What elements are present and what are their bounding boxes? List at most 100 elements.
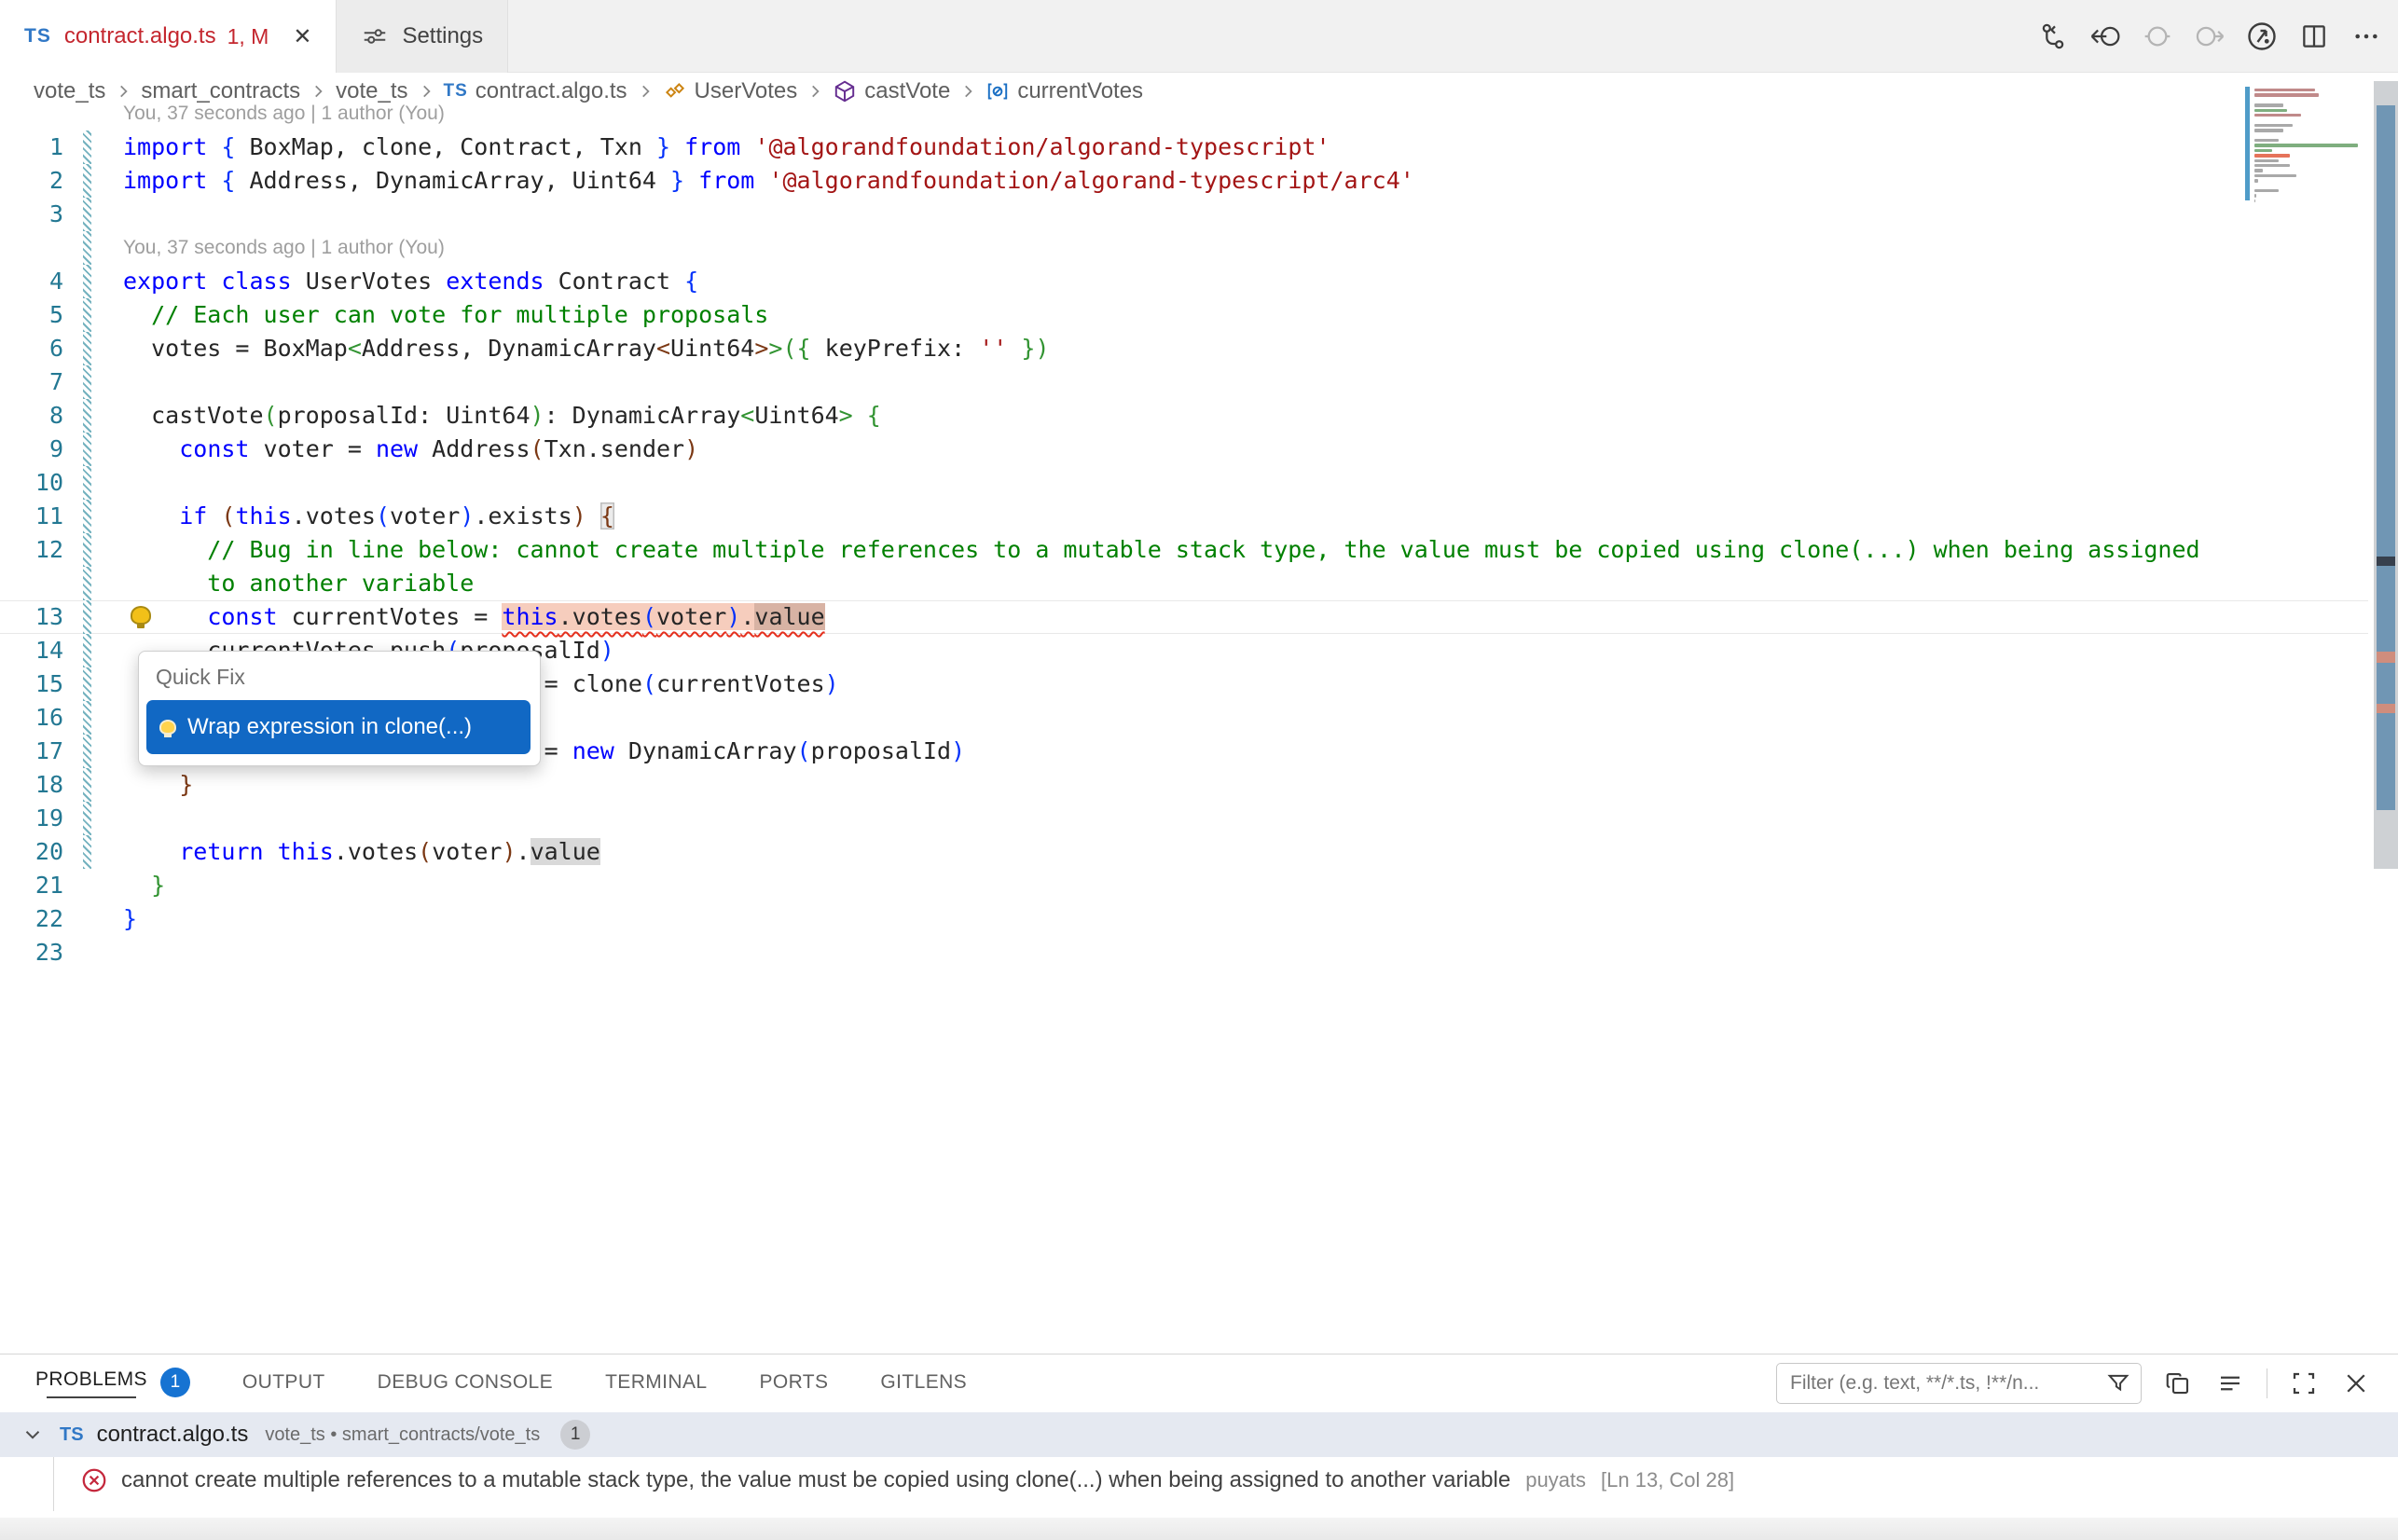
minimap-line	[2254, 169, 2263, 172]
problems-file-path: vote_ts • smart_contracts/vote_ts	[265, 1424, 540, 1446]
code-text: castVote(proposalId: Uint64): DynamicArr…	[91, 399, 881, 433]
line-number: 16	[0, 701, 78, 735]
tab-label: Settings	[402, 23, 483, 49]
error-message: cannot create multiple references to a m…	[121, 1467, 1510, 1493]
line-number: 1	[0, 131, 78, 164]
vscode-window: TS contract.algo.ts 1, M ✕ Settings	[0, 0, 2398, 1540]
modified-gutter-indicator	[83, 667, 91, 701]
split-editor-icon[interactable]	[2297, 20, 2331, 53]
code-text	[91, 198, 123, 231]
maximize-panel-icon[interactable]	[2288, 1368, 2320, 1399]
tab-settings[interactable]: Settings	[337, 0, 508, 73]
modified-gutter-indicator	[83, 131, 91, 164]
code-text: }	[91, 869, 165, 902]
panel-tab-terminal[interactable]: TERMINAL	[605, 1354, 707, 1410]
modified-gutter-indicator	[83, 902, 91, 936]
minimap-line	[2254, 129, 2283, 131]
quick-fix-action[interactable]: Wrap expression in clone(...)	[146, 700, 531, 754]
close-icon[interactable]: ✕	[293, 23, 311, 50]
back-circle-icon[interactable]	[2088, 20, 2122, 53]
quick-fix-popup: Quick Fix Wrap expression in clone(...)	[138, 651, 541, 766]
code-line: 4export class UserVotes extends Contract…	[0, 265, 2368, 298]
code-text: votes = BoxMap<Address, DynamicArray<Uin…	[91, 332, 1050, 365]
minimap-line	[2254, 124, 2293, 127]
line-number: 11	[0, 500, 78, 533]
gitlens-blame-line: You, 37 seconds ago | 1 author (You)	[0, 97, 2368, 131]
code-area: You, 37 seconds ago | 1 author (You)1imp…	[0, 97, 2368, 969]
tab-problem-badge: 1, M	[227, 24, 269, 49]
code-editor[interactable]: You, 37 seconds ago | 1 author (You)1imp…	[0, 109, 2398, 1354]
modified-gutter-indicator	[83, 365, 91, 399]
code-line: 2 import { Address, DynamicArray, Uint64 …	[0, 164, 2368, 198]
panel-tab-label: OUTPUT	[242, 1371, 325, 1394]
error-source: puyats	[1525, 1468, 1586, 1492]
modified-gutter-indicator	[83, 600, 91, 634]
error-icon	[80, 1466, 108, 1494]
forward-disabled-circle-icon[interactable]	[2193, 20, 2226, 53]
modified-gutter-indicator	[83, 164, 91, 198]
more-actions-icon[interactable]	[2350, 20, 2383, 53]
line-number: 9	[0, 433, 78, 466]
panel-tab-ports[interactable]: PORTS	[759, 1354, 828, 1410]
typescript-icon: TS	[24, 25, 51, 48]
minimap[interactable]	[2245, 83, 2370, 213]
minimap-line	[2254, 103, 2283, 106]
panel-controls	[1776, 1362, 2372, 1405]
modified-gutter-indicator	[83, 768, 91, 802]
code-text: import { Address, DynamicArray, Uint64 }…	[91, 164, 1414, 198]
back-disabled-circle-icon[interactable]	[2141, 20, 2174, 53]
code-text	[91, 466, 123, 500]
code-line: 1import { BoxMap, clone, Contract, Txn }…	[0, 131, 2368, 164]
code-line: 12 // Bug in line below: cannot create m…	[0, 533, 2368, 567]
lightbulb-icon	[159, 720, 176, 735]
minimap-modified-bar	[2245, 87, 2250, 200]
minimap-line	[2254, 144, 2358, 146]
modified-gutter-indicator	[83, 567, 91, 600]
modified-gutter-indicator	[83, 936, 91, 969]
panel-tab-gitlens[interactable]: GITLENS	[880, 1354, 967, 1410]
overview-cursor-marker	[2377, 557, 2395, 566]
problem-error-row[interactable]: cannot create multiple references to a m…	[0, 1457, 2398, 1504]
problems-file-row[interactable]: TS contract.algo.ts vote_ts • smart_cont…	[0, 1412, 2398, 1457]
code-text	[91, 936, 123, 969]
code-line: 6 votes = BoxMap<Address, DynamicArray<U…	[0, 332, 2368, 365]
panel-tab-problems[interactable]: PROBLEMS1	[35, 1354, 190, 1410]
copy-icon[interactable]	[2162, 1368, 2194, 1399]
problems-file-name: contract.algo.ts	[97, 1422, 249, 1448]
modified-gutter-indicator	[83, 231, 91, 265]
lightbulb-icon[interactable]	[131, 606, 151, 625]
chevron-down-icon[interactable]	[21, 1423, 45, 1447]
code-text: }	[91, 768, 193, 802]
minimap-line	[2254, 89, 2315, 91]
settings-sliders-icon	[361, 22, 389, 50]
minimap-line	[2254, 179, 2258, 182]
line-number: 12	[0, 533, 78, 567]
source-control-icon[interactable]	[2036, 20, 2070, 53]
scrollbar[interactable]	[2374, 81, 2398, 1349]
panel-tab-bar: PROBLEMS1 OUTPUT DEBUG CONSOLE TERMINAL PORT…	[35, 1354, 967, 1410]
panel-tab-debug-console[interactable]: DEBUG CONSOLE	[378, 1354, 553, 1410]
view-as-list-icon[interactable]	[2214, 1368, 2246, 1399]
code-text: return this.votes(voter).value	[91, 835, 600, 869]
close-panel-icon[interactable]	[2340, 1368, 2372, 1399]
code-line: 3	[0, 198, 2368, 231]
run-debug-icon[interactable]	[2245, 20, 2279, 53]
problems-badge: 1	[160, 1368, 190, 1397]
modified-gutter-indicator	[83, 634, 91, 667]
panel-tab-output[interactable]: OUTPUT	[242, 1354, 325, 1410]
minimap-line	[2254, 164, 2290, 167]
minimap-line	[2254, 159, 2279, 162]
code-text: const currentVotes = this.votes(voter).v…	[91, 600, 825, 634]
modified-gutter-indicator	[83, 466, 91, 500]
tab-contract-algo-ts[interactable]: TS contract.algo.ts 1, M ✕	[0, 0, 337, 73]
modified-gutter-indicator	[83, 869, 91, 902]
tab-label: contract.algo.ts	[64, 23, 216, 49]
line-number: 2	[0, 164, 78, 198]
problems-filter[interactable]	[1776, 1363, 2142, 1404]
quick-fix-title: Quick Fix	[139, 652, 540, 690]
filter-input[interactable]	[1790, 1372, 2105, 1395]
blame-text: You, 37 seconds ago | 1 author (You)	[91, 97, 445, 131]
blame-text: You, 37 seconds ago | 1 author (You)	[91, 231, 445, 265]
line-number: 18	[0, 768, 78, 802]
bottom-panel: PROBLEMS1 OUTPUT DEBUG CONSOLE TERMINAL PORT…	[0, 1354, 2398, 1540]
